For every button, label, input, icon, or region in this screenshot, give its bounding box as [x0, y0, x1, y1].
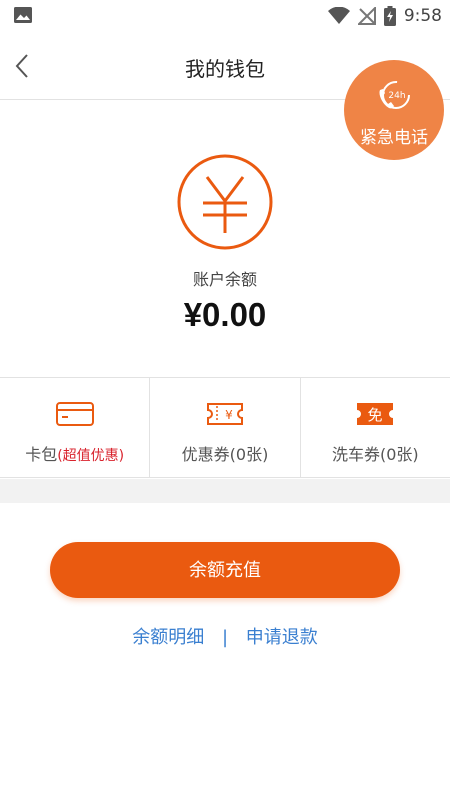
svg-text:¥: ¥: [225, 408, 233, 422]
recharge-button[interactable]: 余额充值: [50, 542, 400, 598]
card-icon: [55, 402, 94, 426]
status-bar: 9:58: [0, 0, 450, 32]
tile-card-bag-highlight: (超值优惠): [57, 448, 125, 464]
status-time: 9:58: [403, 6, 442, 26]
balance-label: 账户余额: [192, 270, 257, 289]
image-notification-icon: [14, 7, 32, 23]
tile-coupons-label: 优惠券(0张): [181, 445, 269, 464]
wallet-links: 余额明细 | 申请退款: [0, 623, 450, 649]
tile-card-bag[interactable]: 卡包(超值优惠): [0, 378, 149, 477]
signal-off-icon: [357, 7, 376, 25]
svg-text:24h: 24h: [388, 91, 405, 101]
tile-coupons[interactable]: ¥ 优惠券(0张): [149, 378, 299, 477]
wifi-icon: [327, 7, 350, 24]
coupon-icon: ¥: [206, 403, 243, 425]
free-ticket-icon: 免: [357, 403, 394, 425]
svg-text:免: 免: [368, 406, 383, 424]
section-divider: [0, 479, 450, 503]
emergency-call-label: 紧急电话: [360, 128, 428, 148]
tile-carwash[interactable]: 免 洗车券(0张): [299, 378, 450, 477]
wallet-tiles: 卡包(超值优惠) ¥ 优惠券(0张) 免 洗车券(0张): [0, 377, 450, 478]
refund-link[interactable]: 申请退款: [246, 627, 318, 648]
battery-charging-icon: [383, 6, 396, 26]
emergency-call-button[interactable]: 24h 紧急电话: [344, 60, 444, 160]
tile-card-bag-label: 卡包(超值优惠): [25, 445, 125, 464]
balance-value: ¥0.00: [183, 296, 267, 333]
tile-carwash-label: 洗车券(0张): [331, 445, 419, 464]
phone-24h-icon: 24h: [379, 81, 410, 109]
yen-icon: [177, 154, 273, 250]
link-separator: |: [221, 627, 229, 648]
balance-detail-link[interactable]: 余额明细: [132, 627, 204, 648]
